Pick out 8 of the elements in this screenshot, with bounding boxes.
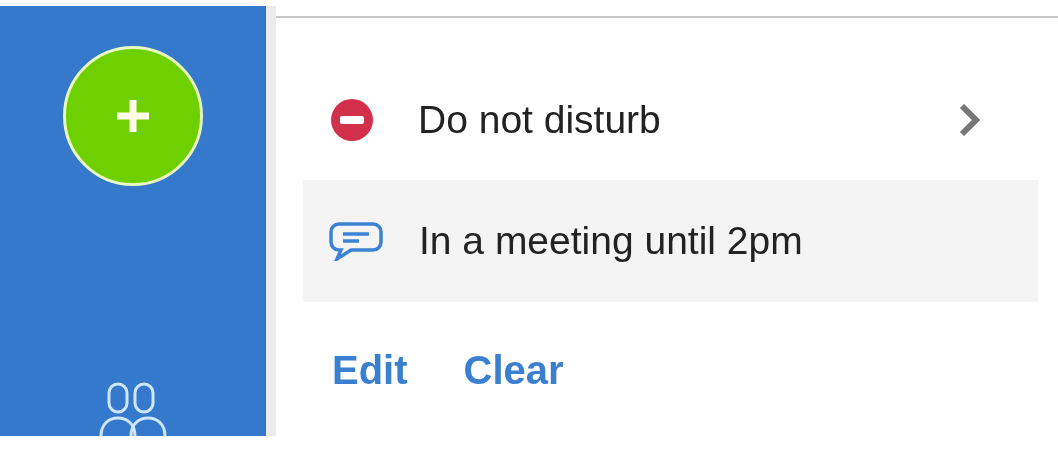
action-link[interactable]: Clear: [463, 348, 564, 393]
message-text: In a meeting until 2pm: [419, 219, 803, 263]
people-icon[interactable]: [97, 380, 169, 436]
speech-bubble-icon: [329, 221, 383, 261]
do-not-disturb-icon: [330, 98, 374, 142]
action-link[interactable]: Edit: [332, 348, 408, 393]
status-menu-item[interactable]: Do not disturb: [303, 84, 1038, 156]
status-message[interactable]: In a meeting until 2pm: [303, 180, 1038, 302]
